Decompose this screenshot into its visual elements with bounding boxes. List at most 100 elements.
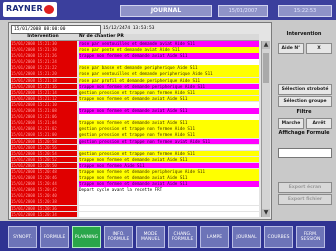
start-time-input[interactable]: 15/01/2008 08:00:00 [11, 25, 101, 34]
scroll-down-icon[interactable]: ▼ [262, 209, 270, 217]
row-time: 15/01/2008 15:21:14 [11, 89, 77, 96]
toolbar-button-label: LAMPE [206, 234, 223, 240]
brand-logo: RAYNER [3, 2, 57, 17]
row-description: trappe non fermee et demande aviat Aide … [79, 156, 259, 163]
journal-panel: 15/01/2008 08:00:00 15/12/2474 13:53:53 … [8, 22, 272, 220]
journal-scrollbar[interactable]: ▲ ▼ [261, 41, 270, 217]
column-headers: Intervention Nr de chantier PR [11, 34, 259, 41]
row-time: 15/01/2008 15:21:22 [11, 65, 77, 71]
toolbar-button-lampe[interactable]: LAMPE [200, 226, 229, 248]
marche-button[interactable]: Marche [278, 118, 304, 129]
toolbar-button-label: PLANNING [74, 234, 99, 240]
row-description: trappe non fermee et demande aviat Aide … [79, 120, 259, 126]
export-ecran-button[interactable]: Export écran [278, 182, 332, 193]
row-description: trappe non fermee et demande aviat Aide … [79, 108, 259, 114]
toolbar-button-formule[interactable]: FORMULE [40, 226, 69, 248]
scroll-up-icon[interactable]: ▲ [262, 41, 270, 49]
row-description: trappe non fermee et demande peripheriqu… [79, 83, 259, 90]
column-intervention: Intervention [27, 34, 59, 39]
row-time: 15/01/2008 15:20:58 [11, 138, 77, 145]
row-time: 15/01/2008 15:20:44 [11, 181, 77, 187]
row-description [79, 205, 259, 212]
header-date: 15/01/2007 [218, 5, 268, 17]
app-window: RAYNER JOURNAL 15/01/2007 15:22:53 15/01… [0, 0, 336, 251]
row-time: 15/01/2008 15:20:38 [11, 199, 77, 206]
row-time: 15/01/2008 15:21:30 [11, 47, 77, 53]
toolbar-button-chang-formule[interactable]: CHANG. FORMULE [168, 226, 197, 248]
toolbar-button-label: FORMULE [43, 234, 66, 240]
row-time: 15/01/2008 15:20:46 [11, 175, 77, 181]
toolbar-button-label: INFO. FORMULE [107, 232, 130, 242]
row-description [79, 114, 259, 120]
header-time: 15:22:53 [278, 5, 332, 17]
row-time: 15/01/2008 15:21:12 [11, 95, 77, 102]
row-time: 15/01/2008 15:21:24 [11, 59, 77, 65]
page-title: JOURNAL [120, 5, 212, 17]
filtre-label: Filtre [296, 109, 312, 115]
brand-name: RAYNER [6, 4, 43, 13]
toolbar-button-synopt[interactable]: SYNOPT. [8, 226, 37, 248]
toolbar-button-info-formule[interactable]: INFO. FORMULE [104, 226, 133, 248]
row-time: 15/01/2008 15:20:54 [11, 150, 77, 157]
page-title-text: JOURNAL [150, 7, 182, 14]
row-description [79, 211, 259, 217]
export-fichier-button[interactable]: Export fichier [278, 194, 332, 205]
toolbar-button-label: FERM. SESSION [300, 232, 321, 242]
formule-input[interactable] [278, 148, 332, 158]
x-button[interactable]: X [306, 43, 332, 54]
toolbar-button-mode-manuel[interactable]: MODE MANUEL [136, 226, 165, 248]
toolbar-button-label: MODE MANUEL [141, 232, 160, 242]
row-time: 15/01/2008 15:21:10 [11, 101, 77, 108]
scroll-thumb[interactable] [263, 53, 269, 83]
end-time-display: 15/12/2474 13:53:53 [103, 26, 155, 31]
toolbar-button-courbes[interactable]: COURBES [264, 226, 293, 248]
intervention-label: Intervention [286, 31, 322, 37]
row-description: trappe non fermee et demande peripheriqu… [79, 168, 259, 175]
row-time: 15/01/2008 15:20:42 [11, 187, 77, 193]
row-description: trappe non fermee Aide S11 [79, 162, 259, 169]
toolbar-button-journal[interactable]: JOURNAL [232, 226, 261, 248]
row-description: gestion pression et trappe non fermee Ai… [79, 132, 259, 138]
row-time: 15/01/2008 15:20:50 [11, 162, 77, 169]
row-description: rose par ventouilles et demande peripher… [79, 71, 259, 78]
selection-strokes-button[interactable]: Sélection stroboté [278, 84, 332, 95]
bottom-toolbar: SYNOPT. FORMULE PLANNING INFO. FORMULE MODE … [0, 221, 336, 251]
row-time: 15/01/2008 15:21:16 [11, 83, 77, 90]
row-time: 15/01/2008 15:21:00 [11, 132, 77, 138]
row-description [79, 193, 259, 199]
row-description: trappe non fermee et demande aviat Aide … [79, 95, 259, 102]
toolbar-button-planning[interactable]: PLANNING [72, 226, 101, 248]
row-description: gestion pression et trappe non fermee Ai… [79, 150, 259, 157]
row-description: trappe non fermee et demande aviat Aide … [79, 181, 259, 187]
journal-row[interactable]: 15/01/2008 15:20:34 [11, 211, 259, 217]
row-description [79, 101, 259, 108]
affichage-formule-label: Affichage Formule [278, 130, 330, 136]
toolbar-button-label: CHANG. FORMULE [171, 232, 194, 242]
toolbar-button-label: SYNOPT. [13, 234, 32, 240]
logo-mark-icon [44, 5, 54, 14]
row-time: 15/01/2008 15:20:56 [11, 144, 77, 151]
row-time: 15/01/2008 15:20:48 [11, 168, 77, 175]
toolbar-button-label: COURBES [267, 234, 290, 240]
row-time: 15/01/2008 15:21:04 [11, 120, 77, 126]
row-time: 15/01/2008 15:20:34 [11, 211, 77, 217]
row-description: trappe non fermee et demande aviat Aide … [79, 175, 259, 181]
selection-groupe-button[interactable]: Sélection groupe [278, 96, 332, 107]
arret-button[interactable]: Arrêt [306, 118, 332, 129]
row-description: gestion pression et trappe non fermee Ai… [79, 89, 259, 96]
aide-button[interactable]: Aide N° [278, 43, 304, 54]
row-time: 15/01/2008 15:21:30 [11, 41, 77, 47]
toolbar-button-ferm-session[interactable]: FERM. SESSION [296, 226, 325, 248]
side-panel: Intervention Aide N° X Sélection strobot… [274, 22, 334, 218]
row-time: 15/01/2008 15:20:40 [11, 193, 77, 199]
row-time: 15/01/2008 15:21:20 [11, 71, 77, 78]
header-time-value: 15:22:53 [293, 8, 317, 14]
row-description: rose par basse et demande peripherique A… [79, 65, 259, 71]
column-numero: Nr de chantier PR [79, 34, 124, 39]
row-description: rose par pente et demande aviat Aide S11 [79, 47, 259, 53]
row-time: 15/01/2008 15:21:26 [11, 53, 77, 59]
row-time: 15/01/2008 15:20:52 [11, 156, 77, 163]
row-description: rose par ventouilles et demande aviat Ai… [79, 41, 259, 47]
row-description: gestion pression et trappe non fermee av… [79, 138, 259, 145]
journal-list[interactable]: 15/01/2008 15:21:30 rose par ventouilles … [11, 41, 259, 217]
